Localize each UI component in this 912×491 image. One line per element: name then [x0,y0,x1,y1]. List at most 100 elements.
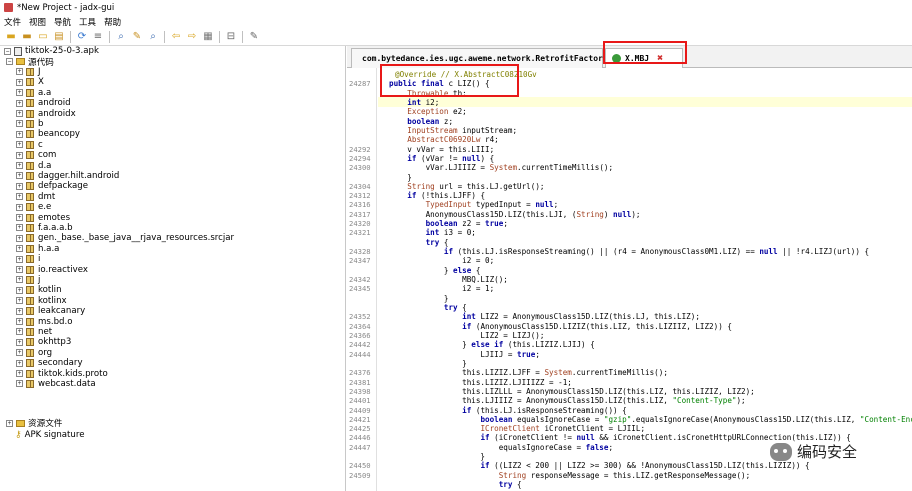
expand-icon[interactable]: + [16,182,23,190]
tree-package-item[interactable]: + kotlin [16,285,62,295]
tree-package-item[interactable]: + leakcanary [16,306,85,316]
tree-package-item[interactable]: + secondary [16,358,83,368]
expand-icon[interactable]: + [16,203,23,211]
tree-package-item[interactable]: + defpackage [16,181,88,191]
expand-icon[interactable]: + [16,172,23,180]
tree-package-item[interactable]: + h.a.a [16,244,59,254]
expand-icon[interactable]: + [16,99,23,107]
highlight-box-method [380,64,519,97]
expand-icon[interactable]: + [16,193,23,201]
tree-package-item[interactable]: + dagger.hilt.android [16,171,119,181]
tree-package-item[interactable]: + J [16,67,41,77]
expand-icon[interactable]: + [16,255,23,263]
code-line: Exception e2; [407,107,467,117]
tree-package-item[interactable]: + e.e [16,202,51,212]
tree-package-item[interactable]: + net [16,327,52,337]
expand-icon[interactable]: + [16,318,23,326]
tree-package-item[interactable]: + beancopy [16,129,80,139]
expand-icon[interactable]: + [16,276,23,284]
expand-icon[interactable]: + [16,120,23,128]
collapse-icon[interactable]: − [4,47,11,55]
expand-icon[interactable]: + [16,380,23,388]
expand-icon[interactable]: + [16,234,23,242]
expand-icon[interactable]: + [16,286,23,294]
expand-icon[interactable]: + [16,370,23,378]
expand-icon[interactable]: + [16,224,23,232]
line-number: 24321 [349,228,371,238]
menu-file[interactable]: 文件 [4,16,21,28]
tree-package-item[interactable]: + emotes [16,212,70,223]
expand-icon[interactable]: + [16,307,23,315]
tree-package-item[interactable]: + com [16,150,56,160]
tree-package-item[interactable]: + dmt [16,192,55,202]
search-class-icon[interactable]: ✎ [130,30,144,44]
expand-icon[interactable]: + [16,78,23,86]
tree-package-item[interactable]: + ms.bd.o [16,316,72,327]
tree-package-item[interactable]: + android [16,98,71,108]
code-editor[interactable]: 24287 24292 24294 24300 24304 24312 24316 24317… [347,68,912,491]
tree-package-item[interactable]: + i [16,254,40,264]
tree-icon[interactable]: ≡ [91,30,105,44]
line-number: 24444 [349,349,371,359]
tree-package-item[interactable]: + d.a [16,160,51,171]
save-all-icon[interactable]: ▭ [36,30,50,44]
expand-icon[interactable]: + [16,245,23,253]
collapse-icon[interactable]: − [6,58,13,66]
deobf-icon[interactable]: ▦ [201,30,215,44]
expand-icon[interactable]: + [16,328,23,336]
search-icon[interactable]: ⌕ [114,30,128,44]
forward-icon[interactable]: ⇨ [185,30,199,44]
menu-navigate[interactable]: 导航 [54,16,71,28]
tree-package-item[interactable]: + j [16,275,40,285]
sync-icon[interactable]: ⟳ [75,30,89,44]
expand-icon[interactable]: + [16,110,23,118]
tree-apk-signature[interactable]: ⚷ APK signature [15,430,85,440]
tree-resources-folder[interactable]: + 资源文件 [6,418,62,429]
expand-icon[interactable]: + [16,338,23,346]
find-icon[interactable]: ⌕ [146,30,160,44]
tree-package-item[interactable]: + a.a [16,88,51,98]
tree-package-item[interactable]: + c [16,140,43,150]
menu-help[interactable]: 帮助 [104,16,121,28]
log-icon[interactable]: ⊟ [224,30,238,44]
line-number: 24328 [349,247,371,257]
save-icon[interactable]: ▬ [20,30,34,44]
expand-icon[interactable]: + [16,141,23,149]
tree-package-item[interactable]: + gen._base._base_java__rjava_resources.s… [16,233,234,243]
tree-package-item[interactable]: + kotlinx [16,296,67,306]
expand-icon[interactable]: + [16,359,23,367]
tree-package-item[interactable]: + f.a.a.a.b [16,223,73,233]
expand-icon[interactable]: + [16,162,23,170]
menu-tools[interactable]: 工具 [79,16,96,28]
expand-icon[interactable]: + [16,130,23,138]
line-number: 24446 [349,433,371,443]
tree-source-folder[interactable]: − 源代码 [6,56,54,68]
expand-icon[interactable]: + [16,349,23,357]
expand-icon[interactable]: + [16,68,23,76]
back-icon[interactable]: ⇦ [169,30,183,44]
expand-icon[interactable]: + [16,151,23,159]
menu-view[interactable]: 视图 [29,16,46,28]
tree-package-item[interactable]: + X [16,77,44,87]
package-label: android [38,98,71,109]
tree-package-item[interactable]: + tiktok.kids.proto [16,368,108,379]
package-icon [26,255,34,264]
export-icon[interactable]: ▤ [52,30,66,44]
open-icon[interactable]: ▬ [4,30,18,44]
package-icon [26,161,34,170]
expand-icon[interactable]: + [16,266,23,274]
tree-package-item[interactable]: + androidx [16,108,76,119]
tree-package-item[interactable]: + io.reactivex [16,264,88,275]
expand-icon[interactable]: + [16,214,23,222]
expand-icon[interactable]: + [16,89,23,97]
tree-package-item[interactable]: + okhttp3 [16,337,71,347]
package-label: dmt [38,191,56,202]
package-icon [26,286,34,295]
window-title: *New Project - jadx-gui [17,2,115,13]
expand-icon[interactable]: + [16,297,23,305]
tree-package-item[interactable]: + b [16,119,43,129]
tree-package-item[interactable]: + webcast.data [16,379,96,389]
tree-package-item[interactable]: + org [16,348,52,358]
settings-icon[interactable]: ✎ [247,30,261,44]
expand-icon[interactable]: + [6,419,13,427]
